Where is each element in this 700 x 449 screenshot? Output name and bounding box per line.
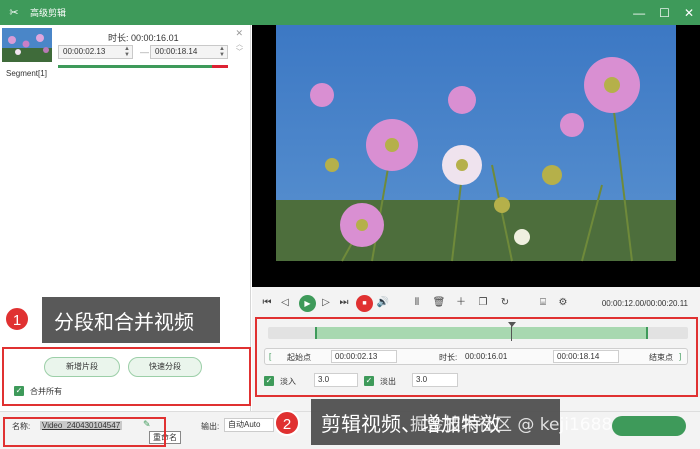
- segment-duration: 时长: 00:00:16.01: [108, 33, 179, 43]
- segment-thumbnail: [2, 28, 52, 62]
- confirm-button[interactable]: [612, 416, 686, 436]
- video-preview[interactable]: [252, 25, 700, 287]
- delete-icon[interactable]: 🗑: [432, 296, 446, 310]
- highlight-box-left: [2, 347, 251, 406]
- segment-end-field[interactable]: 00:00:18.14 ▲ ▼: [150, 45, 228, 59]
- segment-progress-bar: [58, 65, 228, 68]
- range-separator: —: [140, 47, 149, 57]
- split-icon[interactable]: ⫴: [410, 296, 424, 310]
- snapshot-icon[interactable]: ⌸: [536, 296, 550, 310]
- remove-segment-icon[interactable]: ✕: [235, 28, 243, 39]
- maximize-button[interactable]: ☐: [659, 6, 670, 20]
- close-button[interactable]: ✕: [684, 6, 694, 20]
- settings-icon[interactable]: ⚙: [556, 296, 570, 310]
- step-back-icon[interactable]: ◁: [278, 296, 292, 310]
- reset-icon[interactable]: ↻: [498, 296, 512, 310]
- callout-1-text: 分段和合并视频: [54, 310, 194, 334]
- highlight-box-name: [3, 417, 166, 447]
- output-label: 输出:: [201, 422, 220, 431]
- app-logo-icon: ✂: [9, 7, 19, 19]
- stop-button[interactable]: ■: [356, 295, 373, 312]
- callout-1: 分段和合并视频: [42, 297, 220, 343]
- copy-icon[interactable]: ❐: [476, 296, 490, 310]
- add-icon[interactable]: ＋: [454, 296, 468, 310]
- play-button[interactable]: ▶: [299, 295, 316, 312]
- highlight-box-controls: [255, 317, 698, 397]
- title-bar: ✂ 高级剪辑 — ☐ ✕: [0, 0, 700, 25]
- segment-label: Segment[1]: [6, 69, 47, 78]
- minimize-button[interactable]: —: [633, 6, 645, 20]
- skip-end-icon[interactable]: ⏭: [337, 296, 351, 310]
- watermark: 掘金技术社区 @ keji1688: [410, 415, 613, 435]
- spinner-icon[interactable]: ▲ ▼: [219, 46, 225, 58]
- volume-icon[interactable]: 🔊: [376, 296, 390, 310]
- output-select[interactable]: 自动Auto: [224, 418, 274, 432]
- window-title: 高级剪辑: [30, 8, 67, 18]
- spinner-icon[interactable]: ▲ ▼: [124, 46, 130, 58]
- video-frame: [276, 25, 676, 262]
- time-readout: 00:00:12.00/00:00:20.11: [601, 299, 688, 308]
- segment-card[interactable]: Segment[1] 时长: 00:00:16.01 00:00:02.13 ▲…: [0, 25, 251, 81]
- segment-start-field[interactable]: 00:00:02.13 ▲ ▼: [58, 45, 133, 59]
- skip-start-icon[interactable]: ⏮: [260, 296, 274, 310]
- move-down-icon[interactable]: ﹀: [236, 47, 243, 57]
- callout-1-badge: 1: [4, 306, 30, 332]
- step-forward-icon[interactable]: ▷: [319, 296, 333, 310]
- callout-2-badge: 2: [274, 410, 300, 436]
